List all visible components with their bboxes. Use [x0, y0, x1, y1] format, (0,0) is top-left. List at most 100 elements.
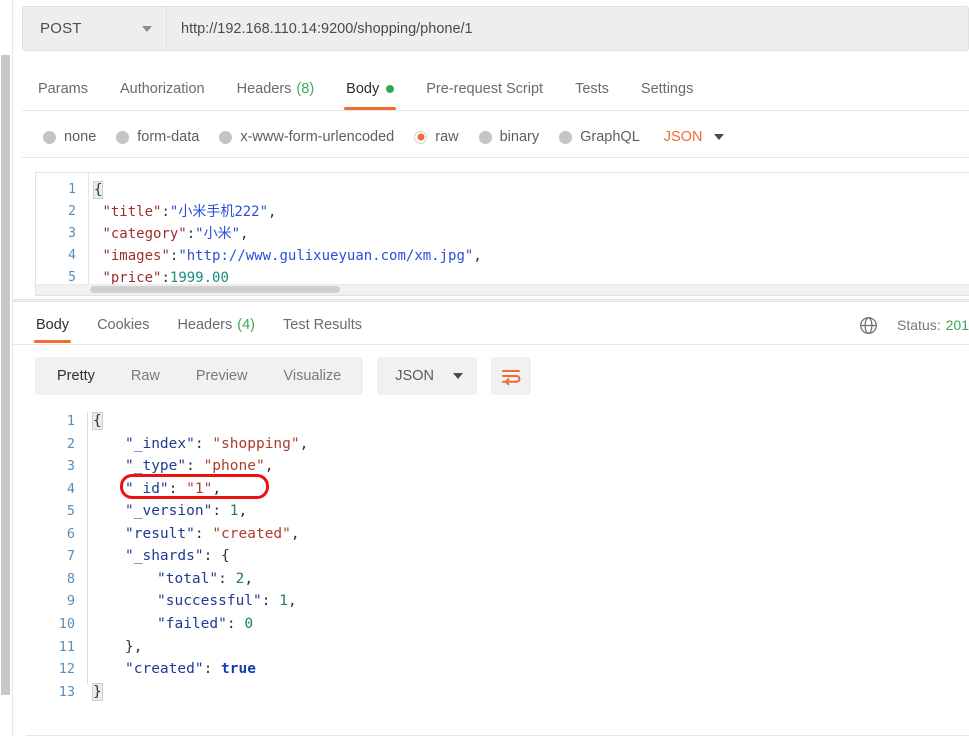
code-token: : [203, 548, 222, 565]
view-mode-visualize[interactable]: Visualize [265, 357, 359, 395]
body-type-radio-form-data[interactable]: form-data [116, 129, 199, 145]
response-code-line: "_index": "shopping", [125, 433, 308, 456]
code-token: , [240, 226, 249, 242]
body-type-radio-binary[interactable]: binary [478, 129, 539, 145]
code-token: "_version" [125, 503, 213, 520]
response-code-line: } [92, 681, 103, 704]
scrollbar-thumb[interactable] [1, 55, 10, 695]
globe-icon[interactable] [859, 316, 878, 335]
code-token: "_shards" [125, 548, 204, 565]
view-mode-pretty[interactable]: Pretty [39, 357, 113, 395]
body-type-label: none [64, 129, 97, 145]
request-tab-count: (8) [296, 81, 315, 97]
http-method-dropdown[interactable]: POST [22, 6, 166, 51]
body-type-label: GraphQL [580, 129, 640, 145]
response-line-number: 3 [66, 458, 75, 475]
response-gutter: 1 2 3 4 5 6 7 8 9 10 11 12 13 [35, 404, 87, 722]
request-horizontal-scrollbar[interactable] [36, 284, 969, 295]
response-tab-test-results[interactable]: Test Results [269, 307, 376, 343]
response-line-number: 6 [66, 525, 75, 542]
request-line-number: 2 [68, 204, 76, 219]
response-format-dropdown[interactable]: JSON [377, 357, 478, 395]
response-code-line: "_shards": { [125, 545, 230, 568]
request-body-editor[interactable]: 12345 { "title":"小米手机222", "category":"小… [35, 172, 969, 296]
chevron-down-icon [714, 134, 725, 140]
code-token: { [221, 548, 230, 565]
request-hscroll-thumb[interactable] [90, 286, 340, 293]
url-input[interactable]: http://192.168.110.14:9200/shopping/phon… [166, 6, 969, 51]
request-code-line: "images":"http://www.gulixueyuan.com/xm.… [94, 245, 481, 267]
request-code-lines: { "title":"小米手机222", "category":"小米", "i… [92, 173, 969, 295]
response-tab-label: Test Results [283, 317, 362, 333]
request-tab-pre-request-script[interactable]: Pre-request Script [410, 68, 559, 110]
request-tab-label: Settings [640, 81, 694, 97]
code-token: "title" [102, 204, 162, 220]
response-tab-label: Headers [177, 317, 233, 333]
code-token: : [161, 204, 170, 220]
code-token: : [261, 593, 280, 610]
response-code-lines: {"_index": "shopping", "_type": "phone", "… [92, 404, 969, 722]
request-line-number: 1 [68, 182, 76, 197]
request-code-line: { [92, 179, 104, 201]
code-token: "successful" [157, 593, 262, 610]
code-token: : [168, 480, 187, 497]
request-tab-body[interactable]: Body [330, 68, 410, 110]
code-token: "phone" [203, 458, 265, 475]
pane-splitter[interactable] [13, 299, 969, 302]
response-fold-rail [87, 412, 88, 684]
code-token: : [203, 661, 222, 678]
wrap-text-icon[interactable] [491, 357, 532, 395]
view-mode-raw[interactable]: Raw [113, 357, 178, 395]
code-token: : [194, 525, 213, 542]
response-tab-label: Cookies [97, 317, 150, 333]
code-token: : [194, 435, 213, 452]
code-token: "_id" [125, 480, 169, 497]
body-type-radio-graphql[interactable]: GraphQL [559, 129, 640, 145]
response-body-viewer[interactable]: 1 2 3 4 5 6 7 8 9 10 11 12 13 {"_index": "shopping",… [35, 404, 969, 722]
body-type-label: form-data [137, 129, 200, 145]
code-token: : [186, 226, 196, 242]
body-type-radio-raw[interactable]: raw [414, 129, 459, 145]
response-line-number: 2 [66, 435, 75, 452]
code-token: : [218, 570, 236, 587]
code-token: "category" [102, 226, 187, 242]
response-line-number: 11 [58, 638, 75, 655]
response-code-line: }, [125, 636, 142, 659]
response-tab-cookies[interactable]: Cookies [83, 307, 163, 343]
code-token: , [238, 503, 248, 520]
request-line-number: 4 [68, 248, 76, 263]
response-view-mode-group: Pretty Raw Preview Visualize [35, 357, 364, 395]
code-token: } [125, 638, 134, 655]
code-token: 2 [235, 570, 245, 587]
response-code-line: "_version": 1, [125, 500, 247, 523]
body-present-dot-icon [386, 85, 395, 93]
response-tab-body[interactable]: Body [22, 307, 83, 343]
request-format-dropdown[interactable]: JSON [664, 129, 725, 145]
response-tab-headers[interactable]: Headers (4) [163, 307, 269, 343]
request-line-number: 3 [68, 226, 76, 241]
request-tab-headers[interactable]: Headers (8) [221, 68, 331, 110]
code-token: , [268, 204, 277, 220]
request-code-line: "title":"小米手机222", [94, 201, 276, 223]
request-tab-params[interactable]: Params [22, 68, 104, 110]
code-token: "1" [186, 480, 213, 497]
response-line-number: 7 [66, 548, 75, 565]
response-code-line: "successful": 1, [157, 590, 297, 613]
code-token: 1 [279, 593, 288, 610]
request-tab-authorization[interactable]: Authorization [104, 68, 221, 110]
response-code-line: "failed": 0 [157, 613, 253, 636]
request-tab-label: Headers [236, 81, 292, 97]
status-code: 201 [945, 317, 969, 333]
body-type-radio-group: none form-data x-www-form-urlencoded raw bin… [22, 120, 969, 154]
response-code-line: "created": true [125, 658, 256, 681]
request-tab-bar: Params Authorization Headers (8) Body Pre-req… [22, 68, 969, 110]
request-tab-settings[interactable]: Settings [625, 68, 709, 110]
response-view-toolbar: Pretty Raw Preview Visualize JSON [35, 356, 532, 396]
request-tab-tests[interactable]: Tests [559, 68, 625, 110]
response-line-number: 13 [58, 683, 75, 700]
view-mode-preview[interactable]: Preview [178, 357, 266, 395]
body-type-radio-x-www-form-urlencoded[interactable]: x-www-form-urlencoded [219, 129, 394, 145]
code-token: "failed" [157, 615, 227, 632]
code-token: , [264, 458, 274, 475]
body-type-radio-none[interactable]: none [43, 129, 96, 145]
